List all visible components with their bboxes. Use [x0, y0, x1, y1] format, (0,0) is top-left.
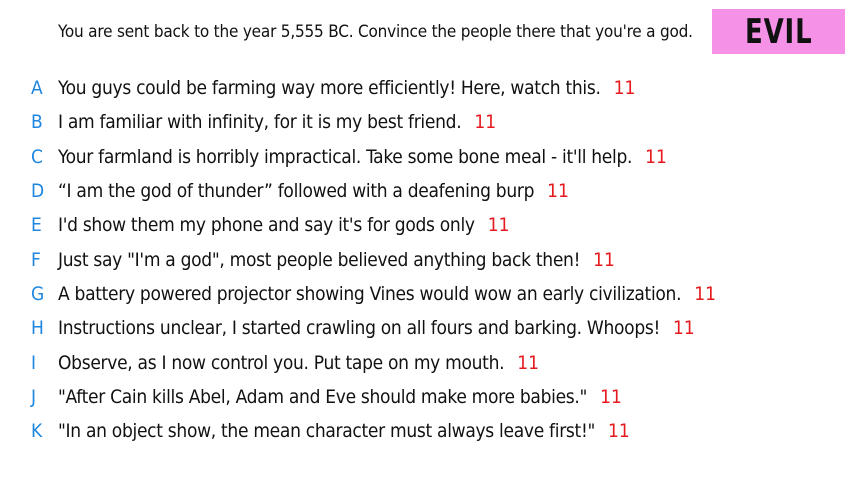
- answer-row-c: C Your farmland is horribly impractical.…: [0, 140, 716, 174]
- answer-row-e: E I'd show them my phone and say it's fo…: [0, 208, 716, 242]
- answer-letter: I: [31, 351, 37, 374]
- answer-score: 11: [517, 351, 539, 374]
- answer-list: A You guys could be farming way more eff…: [0, 71, 716, 448]
- answer-text: I'd show them my phone and say it's for …: [58, 214, 475, 237]
- answer-text: Just say "I'm a god", most people believ…: [58, 248, 581, 271]
- answer-letter: J: [31, 385, 37, 408]
- answer-letter: E: [31, 214, 42, 237]
- answer-score: 11: [487, 214, 510, 237]
- answer-text: Observe, as I now control you. Put tape …: [58, 351, 505, 374]
- answer-text: Instructions unclear, I started crawling…: [58, 317, 661, 340]
- answer-score: 11: [694, 282, 716, 305]
- answer-letter: F: [31, 248, 41, 271]
- evil-badge-label: EVIL: [744, 11, 813, 52]
- answer-score: 11: [645, 145, 667, 168]
- answer-score: 11: [547, 180, 569, 203]
- answer-row-k: K "In an object show, the mean character…: [0, 414, 716, 448]
- answer-score: 11: [474, 111, 497, 134]
- prompt-text: You are sent back to the year 5,555 BC. …: [58, 22, 693, 42]
- answer-row-a: A You guys could be farming way more eff…: [0, 71, 716, 105]
- answer-text: "After Cain kills Abel, Adam and Eve sho…: [58, 385, 588, 408]
- answer-score: 11: [600, 385, 622, 408]
- answer-letter: B: [31, 111, 43, 134]
- answer-letter: C: [31, 145, 43, 168]
- answer-score: 11: [673, 317, 695, 340]
- answer-letter: D: [31, 180, 45, 203]
- answer-letter: H: [31, 317, 44, 340]
- answer-score: 11: [608, 420, 630, 443]
- answer-text: "In an object show, the mean character m…: [58, 420, 596, 443]
- answer-letter: K: [31, 420, 43, 443]
- answer-row-j: J "After Cain kills Abel, Adam and Eve s…: [0, 380, 716, 414]
- answer-text: A battery powered projector showing Vine…: [58, 282, 682, 305]
- answer-text: I am familiar with infinity, for it is m…: [58, 111, 462, 134]
- answer-letter: A: [31, 77, 43, 100]
- answer-row-h: H Instructions unclear, I started crawli…: [0, 311, 716, 345]
- answer-row-i: I Observe, as I now control you. Put tap…: [0, 345, 716, 379]
- answer-row-g: G A battery powered projector showing Vi…: [0, 277, 716, 311]
- answer-letter: G: [31, 282, 45, 305]
- answer-score: 11: [593, 248, 615, 271]
- answer-score: 11: [613, 77, 636, 100]
- answer-text: Your farmland is horribly impractical. T…: [58, 145, 633, 168]
- evil-badge: EVIL: [712, 9, 845, 54]
- answer-row-d: D “I am the god of thunder” followed wit…: [0, 174, 716, 208]
- answer-text: “I am the god of thunder” followed with …: [58, 180, 535, 203]
- answer-row-f: F Just say "I'm a god", most people beli…: [0, 242, 716, 276]
- answer-text: You guys could be farming way more effic…: [58, 77, 601, 100]
- answer-row-b: B I am familiar with infinity, for it is…: [0, 105, 716, 139]
